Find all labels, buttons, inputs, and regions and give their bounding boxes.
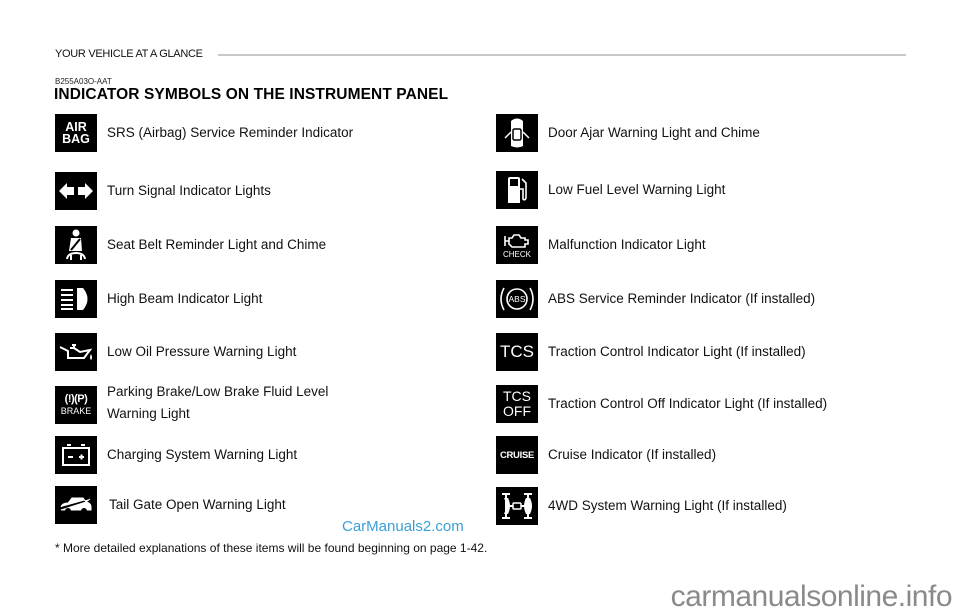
indicator-item: AIR BAG SRS (Airbag) Service Reminder In…	[55, 114, 353, 152]
tcs-off-icon-text-tcs: TCS	[503, 388, 531, 404]
indicator-label: Door Ajar Warning Light and Chime	[548, 125, 760, 140]
airbag-icon-text-bag: BAG	[62, 132, 90, 146]
indicator-item: 4WD System Warning Light (If installed)	[496, 487, 787, 525]
site-watermark: carmanualsonline.info	[670, 580, 953, 613]
indicator-label: Low Fuel Level Warning Light	[548, 182, 726, 197]
indicator-label-line2: Warning Light	[107, 406, 190, 421]
indicator-label-line1: Parking Brake/Low Brake Fluid Level	[107, 384, 329, 399]
indicator-label: Cruise Indicator (If installed)	[548, 447, 717, 462]
check-engine-icon-text: CHECK	[502, 249, 531, 259]
seat-belt-icon	[55, 226, 97, 264]
indicator-label: Charging System Warning Light	[107, 447, 298, 462]
cruise-icon: CRUISE	[496, 436, 538, 474]
footnote: * More detailed explanations of these it…	[55, 541, 488, 555]
watermark: CarManuals2.com	[342, 518, 464, 535]
indicator-item: Turn Signal Indicator Lights	[55, 172, 271, 210]
indicator-label: ABS Service Reminder Indicator (If insta…	[548, 291, 816, 306]
indicator-label: Traction Control Off Indicator Light (If…	[548, 396, 828, 411]
indicator-item: Charging System Warning Light	[55, 436, 297, 474]
brake-icon-symbols: (!)(P)	[64, 393, 88, 405]
indicator-label: Seat Belt Reminder Light and Chime	[107, 237, 327, 252]
battery-icon	[55, 436, 97, 474]
brake-icon-text: BRAKE	[60, 406, 92, 416]
indicator-item: TCS Traction Control Indicator Light (If…	[496, 333, 806, 371]
indicator-label: Tail Gate Open Warning Light	[109, 497, 286, 512]
4wd-icon	[496, 487, 538, 525]
indicator-item: Door Ajar Warning Light and Chime	[496, 114, 760, 152]
abs-icon: ABS	[496, 280, 538, 318]
tcs-off-icon-text-off: OFF	[503, 403, 531, 419]
door-ajar-icon	[496, 114, 538, 152]
tcs-off-icon: TCS OFF	[496, 385, 538, 423]
header-rule	[218, 54, 906, 56]
check-engine-icon: CHECK	[496, 226, 538, 264]
indicator-label: Turn Signal Indicator Lights	[107, 183, 271, 198]
document-code: B255A03O-AAT	[55, 77, 112, 86]
indicator-label: Parking Brake/Low Brake Fluid Level Warn…	[107, 381, 328, 425]
airbag-icon: AIR BAG	[55, 114, 97, 152]
indicator-item: Seat Belt Reminder Light and Chime	[55, 226, 326, 264]
turn-signal-icon	[55, 172, 97, 210]
indicator-label: High Beam Indicator Light	[107, 291, 263, 306]
high-beam-icon	[55, 280, 97, 318]
tcs-icon: TCS	[496, 333, 538, 371]
indicator-label: Traction Control Indicator Light (If ins…	[548, 344, 806, 359]
indicator-item: Tail Gate Open Warning Light	[55, 486, 286, 524]
indicator-label: Malfunction Indicator Light	[548, 237, 706, 252]
indicator-item: Low Oil Pressure Warning Light	[55, 333, 296, 371]
tail-gate-icon	[55, 486, 97, 524]
indicator-label: 4WD System Warning Light (If installed)	[548, 498, 787, 513]
brake-icon: (!)(P) BRAKE	[55, 386, 97, 424]
indicator-item: High Beam Indicator Light	[55, 280, 262, 318]
oil-can-icon	[55, 333, 97, 371]
page-title: INDICATOR SYMBOLS ON THE INSTRUMENT PANE…	[54, 86, 449, 103]
fuel-pump-icon	[496, 171, 538, 209]
cruise-icon-text: CRUISE	[499, 449, 535, 461]
indicator-item: CHECK Malfunction Indicator Light	[496, 226, 706, 264]
abs-icon-text: ABS	[508, 294, 526, 304]
indicator-item: ABS ABS Service Reminder Indicator (If i…	[496, 280, 815, 318]
tcs-icon-text: TCS	[500, 342, 534, 361]
indicator-item: TCS OFF Traction Control Off Indicator L…	[496, 385, 827, 423]
indicator-item: (!)(P) BRAKE Parking Brake/Low Brake Flu…	[55, 384, 328, 425]
indicator-item: Low Fuel Level Warning Light	[496, 171, 725, 209]
indicator-label: SRS (Airbag) Service Reminder Indicator	[107, 125, 354, 140]
indicator-label: Low Oil Pressure Warning Light	[107, 344, 297, 359]
section-header: YOUR VEHICLE AT A GLANCE	[55, 48, 203, 60]
indicator-item: CRUISE Cruise Indicator (If installed)	[496, 436, 716, 474]
